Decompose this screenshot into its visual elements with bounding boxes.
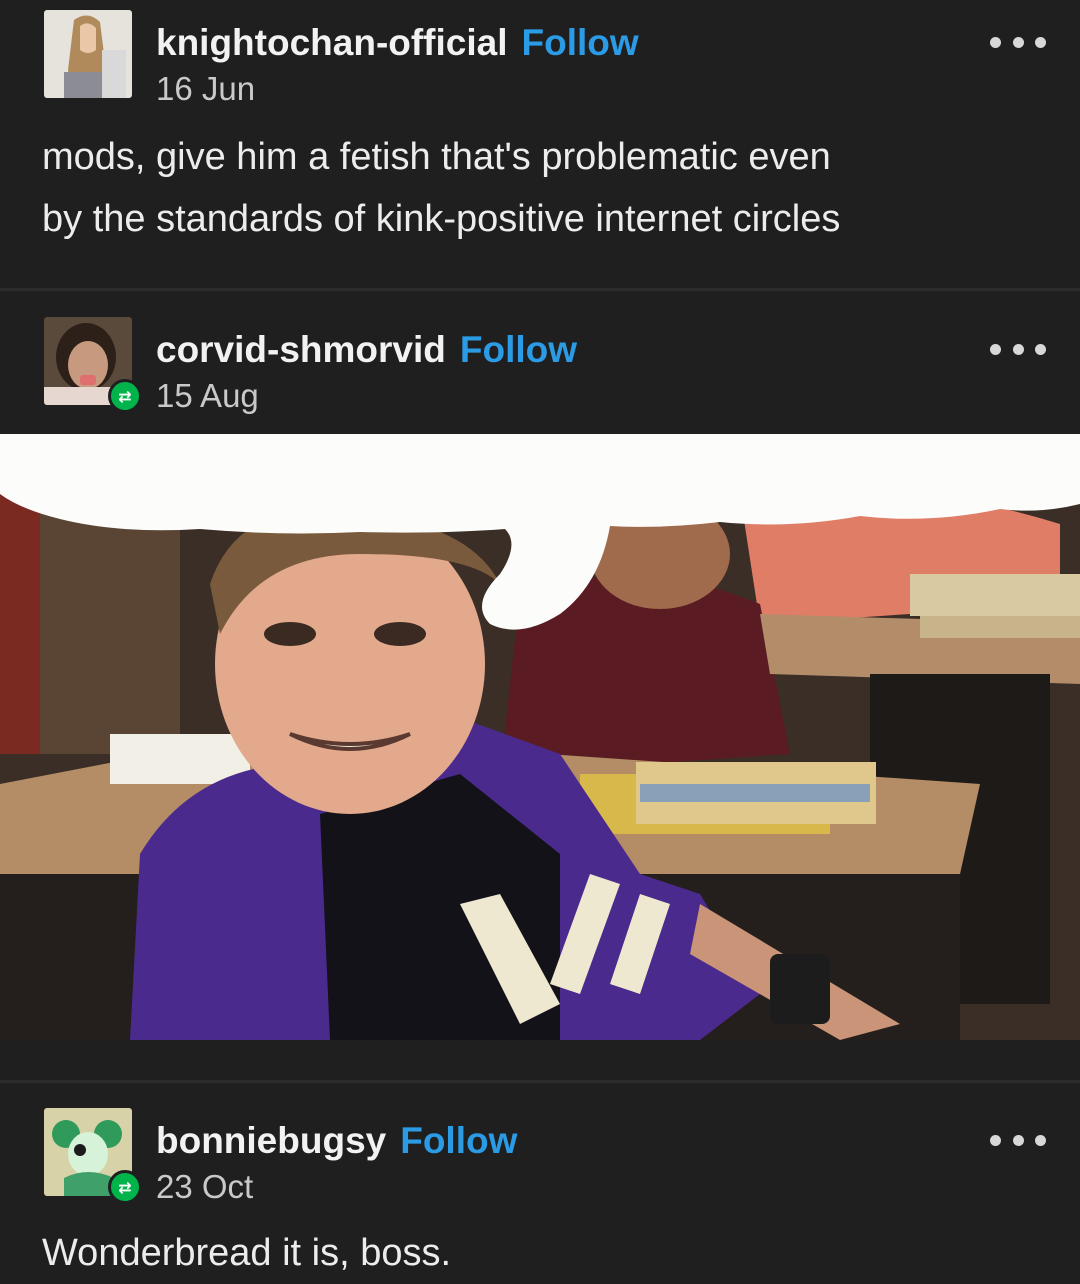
username[interactable]: bonniebugsy Follow xyxy=(156,1120,517,1162)
post-header-1: knightochan-official Follow 16 Jun xyxy=(0,10,1080,110)
post-body-1: mods, give him a fetish that's problemat… xyxy=(42,126,1042,250)
username-text[interactable]: knightochan-official xyxy=(156,22,508,63)
avatar[interactable] xyxy=(44,10,132,98)
more-options-icon[interactable] xyxy=(990,335,1046,363)
divider xyxy=(0,1080,1080,1083)
post-date: 16 Jun xyxy=(156,70,256,107)
reblog-icon: ⇄ xyxy=(108,1170,142,1204)
post-date: 23 Oct xyxy=(156,1168,254,1205)
follow-button[interactable]: Follow xyxy=(522,22,639,63)
more-options-icon[interactable] xyxy=(990,28,1046,56)
post-header-3: ⇄ bonniebugsy Follow 23 Oct xyxy=(0,1108,1080,1208)
username[interactable]: knightochan-official Follow xyxy=(156,22,639,64)
follow-button[interactable]: Follow xyxy=(460,329,577,370)
more-options-icon[interactable] xyxy=(990,1126,1046,1154)
follow-button[interactable]: Follow xyxy=(400,1120,517,1161)
dashboard-thread: knightochan-official Follow 16 Jun mods, … xyxy=(0,0,1080,1284)
reblog-icon: ⇄ xyxy=(108,379,142,413)
post-text-line: Wonderbread it is, boss. xyxy=(42,1232,452,1274)
divider xyxy=(0,288,1080,291)
avatar[interactable]: ⇄ xyxy=(44,317,142,413)
avatar-image xyxy=(44,10,132,98)
post-date: 15 Aug xyxy=(156,377,259,414)
username[interactable]: corvid-shmorvid Follow xyxy=(156,329,577,371)
post-text-line: mods, give him a fetish that's problemat… xyxy=(42,136,831,178)
avatar[interactable]: ⇄ xyxy=(44,1108,142,1204)
post-body-3: Wonderbread it is, boss. xyxy=(42,1222,1042,1284)
username-text[interactable]: corvid-shmorvid xyxy=(156,329,446,370)
post-image[interactable] xyxy=(0,434,1080,1040)
post-text-line: by the standards of kink-positive intern… xyxy=(42,198,841,240)
post-header-2: ⇄ corvid-shmorvid Follow 15 Aug xyxy=(0,317,1080,417)
username-text[interactable]: bonniebugsy xyxy=(156,1120,386,1161)
